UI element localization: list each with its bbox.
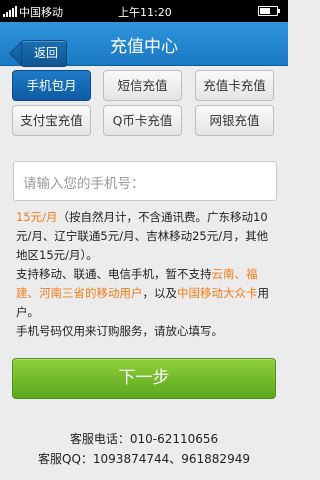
status-time: 上午11:20: [118, 6, 172, 19]
battery-icon: [258, 6, 280, 16]
tab-online-banking[interactable]: 网银充值: [195, 105, 274, 136]
support-text: 支持移动、联通、电信手机，暂不支持: [16, 267, 212, 281]
carrier-name: 中国移动: [19, 6, 63, 19]
signal-icon: [3, 5, 17, 17]
phone-number-input[interactable]: 请输入您的手机号：: [13, 161, 277, 201]
status-bar: 中国移动 上午11:20: [0, 0, 288, 22]
unsupported-card: 中国移动大众卡: [177, 286, 258, 300]
tab-recharge-card[interactable]: 充值卡充值: [195, 70, 274, 101]
tab-sms[interactable]: 短信充值: [103, 70, 182, 101]
back-button[interactable]: 返回: [21, 40, 67, 67]
service-phone: 客服电话：010-62110656: [69, 432, 219, 446]
price-text: 15元/月: [16, 210, 58, 224]
support-mid: ，以及: [142, 286, 178, 300]
nav-bar: 返回 充值中心: [0, 22, 288, 67]
service-qq: 客服QQ：1093874744、961882949: [38, 452, 250, 466]
privacy-note: 手机号码仅用来订购服务，请放心填写。: [16, 324, 223, 338]
tab-qcoin-card[interactable]: Q币卡充值: [103, 105, 182, 136]
next-step-button[interactable]: 下一步: [12, 358, 276, 399]
pricing-info: 15元/月（按自然月计，不含通讯费。广东移动10元/月、辽宁联通5元/月、吉林移…: [16, 208, 278, 341]
tab-monthly[interactable]: 手机包月: [12, 70, 91, 101]
tab-alipay[interactable]: 支付宝充值: [12, 105, 91, 136]
